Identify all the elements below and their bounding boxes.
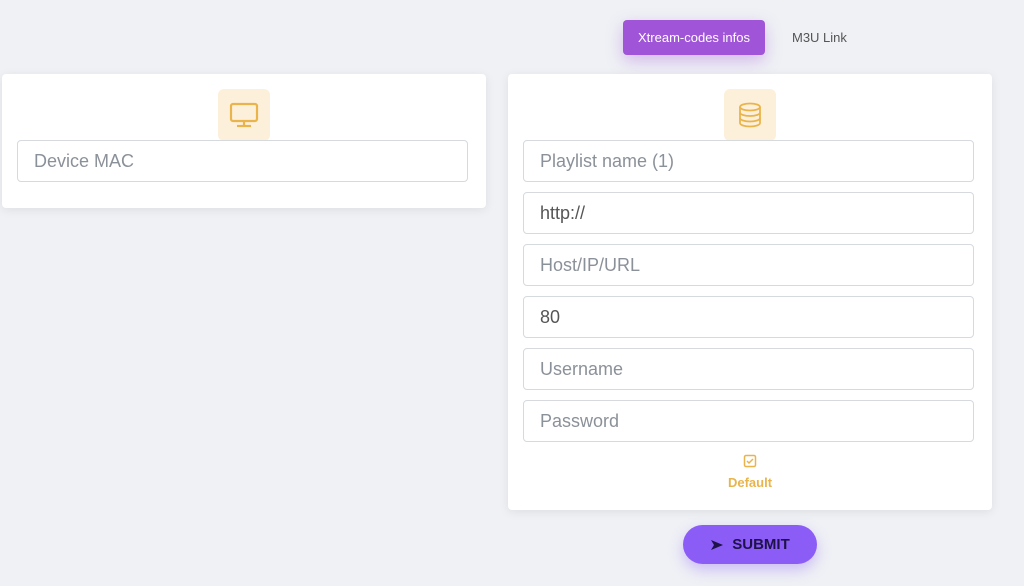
checkbox-checked-icon[interactable] — [743, 454, 757, 468]
default-label: Default — [727, 475, 773, 490]
database-icon — [724, 89, 776, 141]
password-input[interactable] — [523, 400, 974, 442]
username-input[interactable] — [523, 348, 974, 390]
xtream-form-card: Default — [508, 74, 992, 510]
port-input[interactable] — [523, 296, 974, 338]
tab-m3u-link[interactable]: M3U Link — [777, 20, 862, 55]
default-checkbox[interactable]: Default — [508, 454, 992, 490]
submit-label: SUBMIT — [732, 536, 790, 553]
host-input[interactable] — [523, 244, 974, 286]
device-mac-input[interactable] — [17, 140, 468, 182]
tab-xtream-codes[interactable]: Xtream-codes infos — [623, 20, 765, 55]
device-card — [2, 74, 486, 208]
submit-button[interactable]: SUBMIT — [683, 525, 817, 564]
send-icon — [711, 539, 724, 550]
playlist-name-input[interactable] — [523, 140, 974, 182]
protocol-input[interactable] — [523, 192, 974, 234]
tab-bar: Xtream-codes infos M3U Link — [623, 20, 862, 55]
monitor-icon — [218, 89, 270, 141]
